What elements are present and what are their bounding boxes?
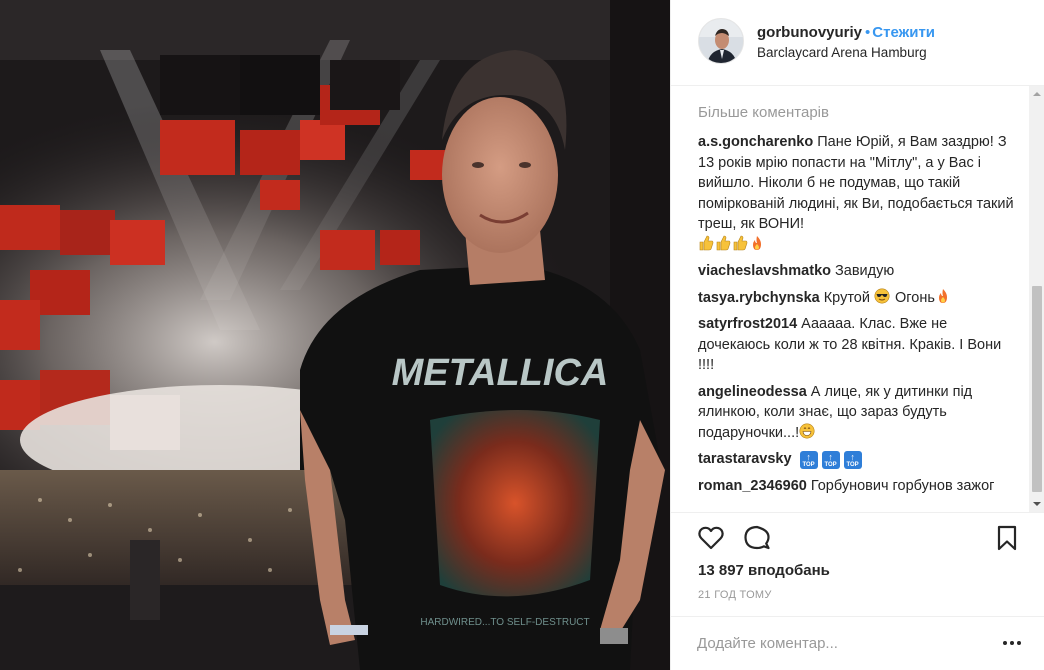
comment-text: Крутой <box>823 289 870 306</box>
top-badge-label: TOP <box>846 462 859 468</box>
thumbs-up-icon <box>716 235 731 250</box>
shirt-subtext: HARDWIRED...TO SELF-DESTRUCT <box>420 617 589 628</box>
comment-username[interactable]: satyrfrost2014 <box>698 316 797 332</box>
top-badge-label: TOP <box>824 462 837 468</box>
bookmark-icon[interactable] <box>993 524 1021 552</box>
comment-item: tasya.rybchynska Крутой Огонь <box>698 288 1016 309</box>
comment-emojis <box>698 235 766 253</box>
comment-item: angelineodessa А лице, як у дитинки під я… <box>698 382 1016 444</box>
concert-photo-image: METALLICA HARDWIRED...TO SELF-DESTRUCT <box>0 0 670 670</box>
post-side-panel: gorbunovyuriy • Стежити Barclaycard Arena … <box>670 0 1044 670</box>
comment-item: viacheslavshmatko Завидую <box>698 261 1016 282</box>
avatar[interactable] <box>698 18 744 64</box>
more-options-icon[interactable] <box>1001 633 1023 653</box>
comment-item: a.s.goncharenko Пане Юрій, я Вам заздрю! … <box>698 132 1016 255</box>
comment-text-2: Огонь <box>895 289 935 306</box>
comment-username[interactable]: tasya.rybchynska <box>698 290 820 306</box>
comment-text: Завидую <box>835 263 895 279</box>
add-comment-input[interactable] <box>697 631 987 655</box>
comment-username[interactable]: angelineodessa <box>698 384 807 400</box>
fire-icon <box>938 288 947 303</box>
follow-button[interactable]: Стежити <box>872 24 935 41</box>
post-timestamp[interactable]: 21 год тому <box>698 589 772 601</box>
add-comment-bar <box>671 616 1044 670</box>
top-badge-label: TOP <box>802 462 815 468</box>
scroll-down-arrow-icon[interactable] <box>1029 496 1044 512</box>
speech-bubble-icon[interactable] <box>743 524 771 552</box>
avatar-image <box>699 19 743 63</box>
fire-icon <box>753 235 761 250</box>
post-photo[interactable]: METALLICA HARDWIRED...TO SELF-DESTRUCT <box>0 0 670 670</box>
thumbs-up-icon <box>699 235 714 250</box>
post-actions: 13 897 вподобань 21 год тому <box>671 512 1044 610</box>
comment-username[interactable]: tarastaravsky <box>698 451 792 467</box>
sunglasses-face-icon <box>874 288 890 303</box>
likes-count[interactable]: 13 897 вподобань <box>698 562 830 579</box>
comment-username[interactable]: roman_2346960 <box>698 478 807 494</box>
post-header: gorbunovyuriy • Стежити Barclaycard Arena … <box>671 0 1044 86</box>
heart-icon[interactable] <box>697 524 725 552</box>
top-arrow-icon: ↑ TOP <box>843 451 862 469</box>
comments-scrollbar[interactable] <box>1029 86 1044 512</box>
comment-item: tarastaravsky ↑ TOP ↑ TOP ↑ TOP <box>698 449 1016 470</box>
comment-text: Горбунович горбунов зажог <box>810 477 995 494</box>
thumbs-up-icon <box>733 235 748 250</box>
scroll-thumb[interactable] <box>1032 286 1042 492</box>
scroll-up-arrow-icon[interactable] <box>1029 86 1044 102</box>
top-arrow-icon: ↑ TOP <box>799 451 818 469</box>
comment-item: satyrfrost2014 Аааааа. Клас. Вже не дочек… <box>698 314 1016 376</box>
grinning-face-icon <box>799 423 815 438</box>
shirt-logo-text: METALLICA <box>392 352 609 394</box>
separator-dot: • <box>865 24 871 41</box>
user-line: gorbunovyuriy • Стежити <box>757 24 935 41</box>
load-more-comments-button[interactable]: Більше коментарів <box>698 102 1016 124</box>
comment-username[interactable]: viacheslavshmatko <box>698 263 831 279</box>
comment-username[interactable]: a.s.goncharenko <box>698 134 813 150</box>
comments-list: Більше коментарів a.s.goncharenko Пане Юр… <box>698 102 1016 510</box>
comment-item: roman_2346960 Горбунович горбунов зажог <box>698 476 1016 497</box>
top-arrow-icon: ↑ TOP <box>821 451 840 469</box>
username-link[interactable]: gorbunovyuriy <box>757 24 862 41</box>
location-link[interactable]: Barclaycard Arena Hamburg <box>757 45 927 60</box>
